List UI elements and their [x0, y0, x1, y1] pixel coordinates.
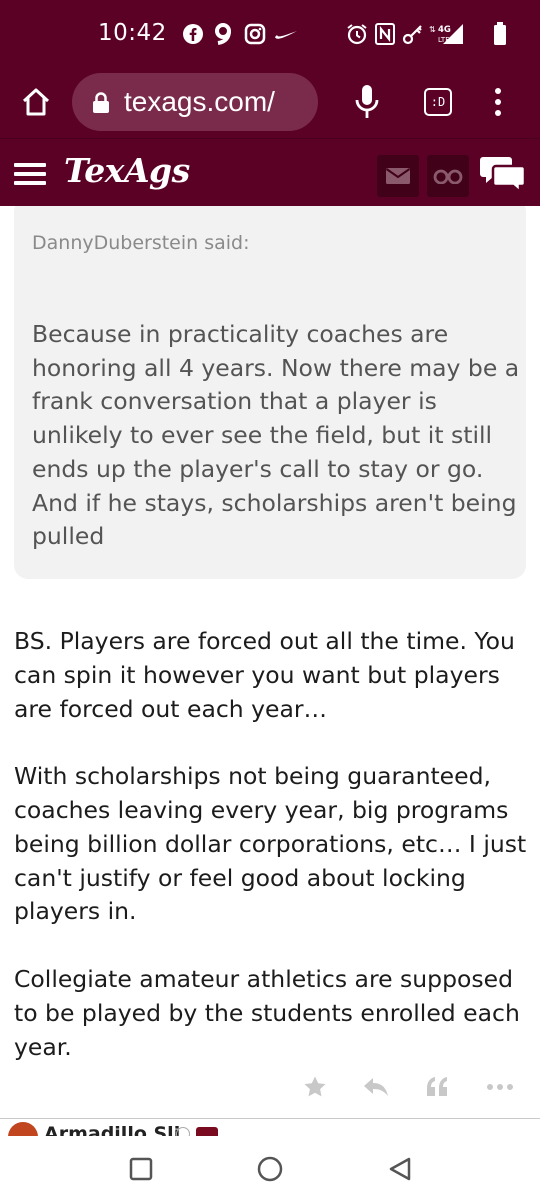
- quote-block: DannyDuberstein said: Because in practic…: [14, 206, 526, 579]
- microphone-icon: [355, 85, 379, 118]
- url-text: texags.com/: [124, 86, 275, 117]
- post-paragraph: BS. Players are forced out all the time.…: [14, 627, 515, 723]
- home-nav-button[interactable]: [255, 1154, 285, 1184]
- svg-text:4G: 4G: [438, 25, 451, 35]
- circle-icon: [257, 1156, 283, 1182]
- browser-menu-button[interactable]: [486, 84, 510, 120]
- chat-bubbles-icon: [480, 157, 527, 195]
- app-9-icon: [212, 22, 234, 46]
- system-nav-bar: [0, 1136, 540, 1200]
- hamburger-menu-icon[interactable]: [14, 163, 46, 185]
- recents-button[interactable]: [126, 1154, 156, 1184]
- flag-icon: [196, 1127, 218, 1136]
- nike-icon: [274, 22, 298, 46]
- signal-icon: ⇅ 4G LTE: [428, 22, 464, 46]
- status-time: 10:42: [98, 20, 167, 46]
- instagram-icon: [244, 22, 266, 46]
- avatar: [8, 1122, 38, 1136]
- thread-content: DannyDuberstein said: Because in practic…: [0, 206, 540, 1120]
- nfc-icon: [374, 22, 396, 46]
- badge-icon: [176, 1127, 190, 1136]
- svg-text:⇅: ⇅: [429, 25, 436, 34]
- home-button[interactable]: [18, 84, 54, 120]
- post-paragraph: Collegiate amateur athletics are suppose…: [14, 964, 520, 1061]
- site-header: TexAgs: [0, 138, 540, 206]
- quote-icon[interactable]: [422, 1072, 452, 1102]
- site-logo[interactable]: TexAgs: [64, 151, 190, 190]
- address-bar[interactable]: texags.com/: [72, 73, 318, 131]
- voice-search-button[interactable]: [352, 82, 382, 122]
- reply-icon[interactable]: [360, 1072, 392, 1102]
- post-paragraph: With scholarships not being guaranteed, …: [14, 762, 527, 926]
- messages-button[interactable]: [377, 155, 419, 197]
- watch-button[interactable]: [427, 155, 469, 197]
- menu-dot: [495, 110, 501, 116]
- browser-toolbar: texags.com/ :D: [0, 70, 540, 138]
- binoculars-icon: [433, 169, 463, 184]
- square-icon: [129, 1157, 153, 1181]
- alarm-icon: [346, 22, 368, 46]
- post-actions: [300, 1072, 530, 1102]
- vpn-key-icon: [402, 22, 424, 46]
- menu-dot: [495, 88, 501, 94]
- chat-button[interactable]: [480, 153, 527, 195]
- quote-text: Because in practicality coaches are hono…: [32, 320, 520, 551]
- home-icon: [22, 88, 50, 116]
- battery-icon: [492, 22, 508, 46]
- lock-icon: [93, 92, 109, 113]
- envelope-icon: [385, 168, 411, 184]
- more-icon[interactable]: [484, 1072, 516, 1102]
- star-icon[interactable]: [300, 1072, 330, 1102]
- quote-author: DannyDuberstein said:: [32, 232, 250, 254]
- post-body: BS. Players are forced out all the time.…: [14, 625, 529, 1098]
- next-post-header[interactable]: Armadillo Sli...: [0, 1118, 540, 1136]
- menu-dot: [495, 99, 501, 105]
- tab-switcher-button[interactable]: :D: [424, 88, 452, 116]
- status-bar: 10:42 ⇅ 4G LTE: [0, 0, 540, 70]
- back-button[interactable]: [385, 1154, 415, 1184]
- facebook-icon: [182, 22, 204, 46]
- back-triangle-icon: [389, 1157, 411, 1181]
